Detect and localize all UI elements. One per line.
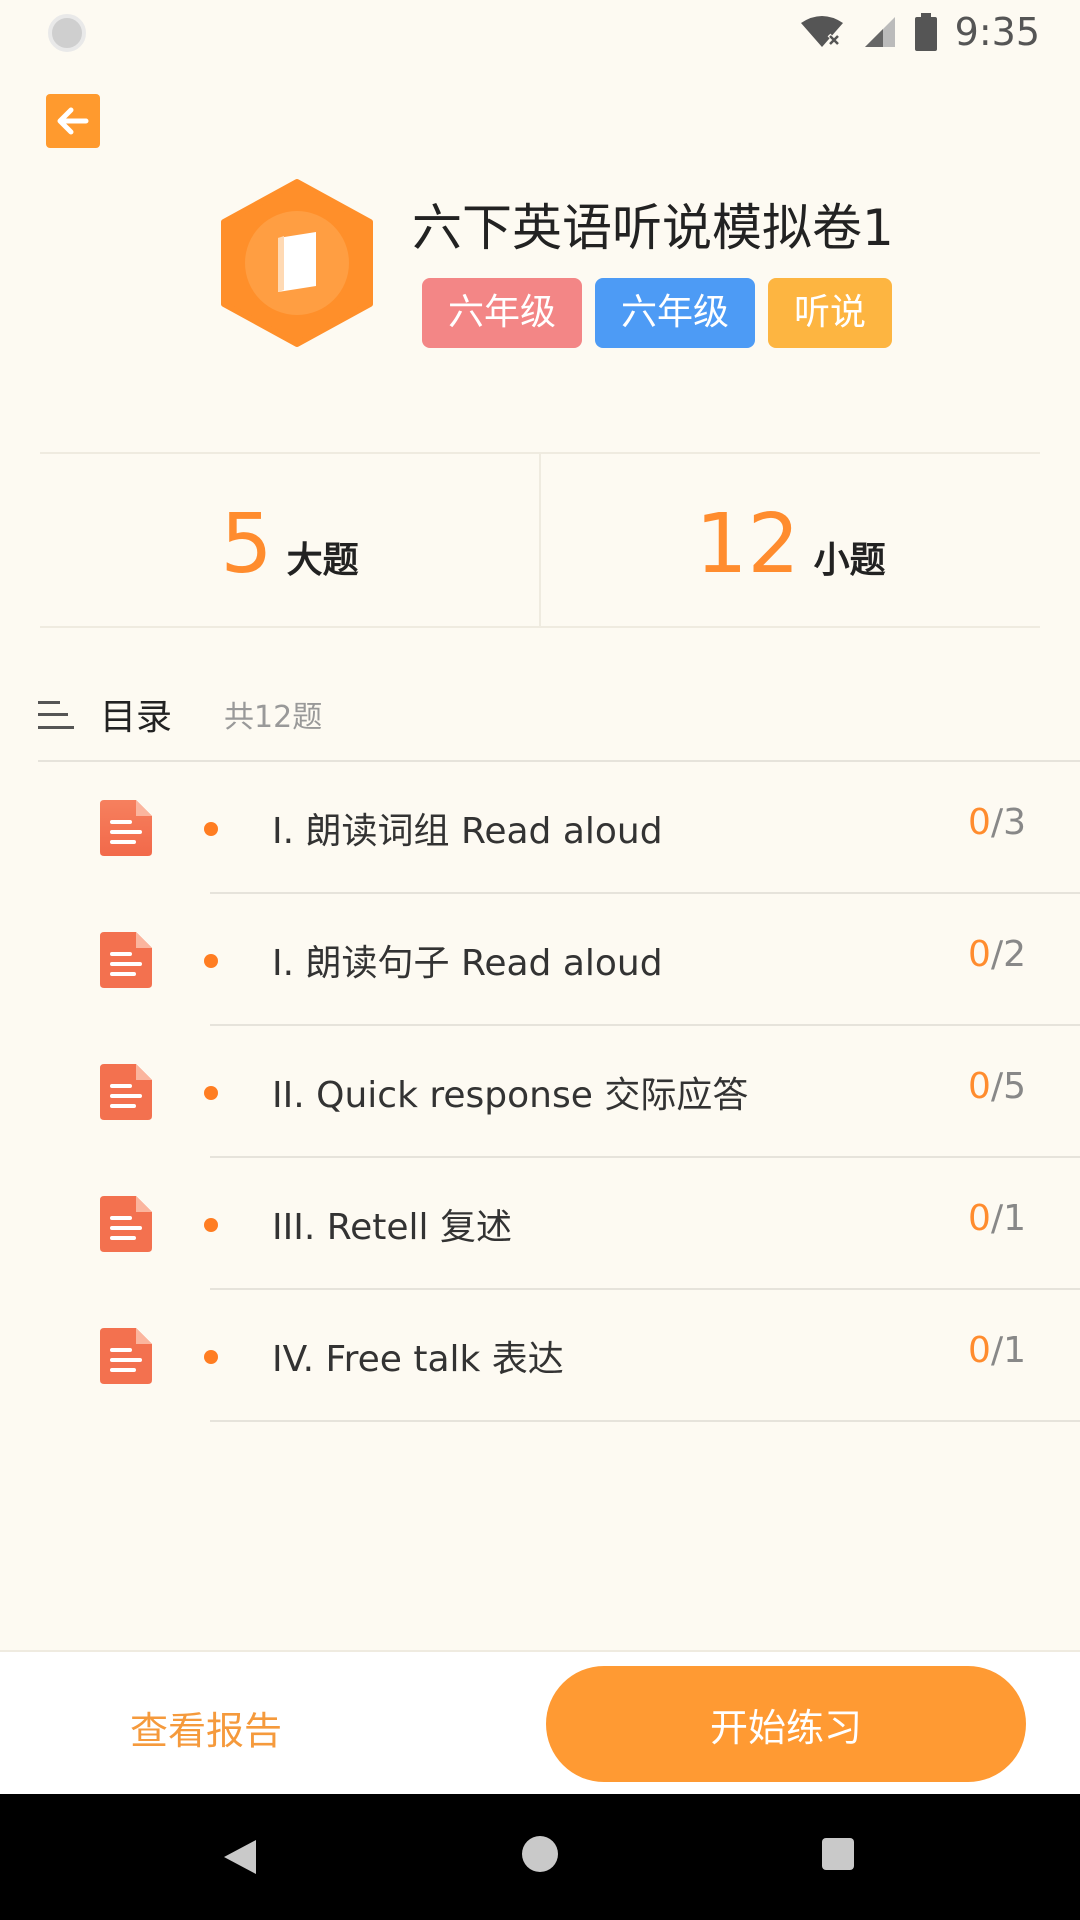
stats-panel: 5 大题 12 小题 (40, 452, 1040, 628)
nav-home-icon[interactable] (522, 1836, 558, 1872)
question-list: I. 朗读词组 Read aloud 0/3 I. 朗读句子 Read alou… (0, 762, 1080, 1422)
bullet-dot (204, 1218, 218, 1232)
list-item[interactable]: I. 朗读词组 Read aloud 0/3 (0, 762, 1080, 894)
status-time: 9:35 (954, 10, 1040, 54)
document-icon (100, 800, 152, 856)
item-label: II. Quick response 交际应答 (272, 1075, 749, 1116)
item-label: I. 朗读词组 Read aloud (272, 811, 663, 852)
catalog-count: 共12题 (224, 700, 323, 735)
big-question-count: 5 (220, 497, 273, 592)
back-button[interactable] (46, 94, 100, 148)
wifi-off-icon (799, 15, 845, 49)
battery-icon (914, 13, 937, 51)
bullet-dot (204, 1350, 218, 1364)
divider (210, 1420, 1080, 1422)
nav-recent-apps-icon[interactable] (822, 1838, 854, 1870)
start-practice-button[interactable]: 开始练习 (546, 1666, 1026, 1782)
status-bar: 9:35 (0, 0, 1080, 64)
document-icon (100, 932, 152, 988)
tag-group: 六年级 六年级 听说 (422, 278, 892, 348)
bullet-dot (204, 1086, 218, 1100)
list-item[interactable]: II. Quick response 交际应答 0/5 (0, 1026, 1080, 1158)
bullet-dot (204, 822, 218, 836)
item-progress: 0/3 (968, 802, 1026, 843)
item-progress: 0/2 (968, 934, 1026, 975)
document-icon (100, 1196, 152, 1252)
big-question-label: 大题 (286, 540, 359, 581)
catalog-header: 目录 共12题 (38, 686, 322, 742)
small-question-stat: 12 小题 (539, 454, 1040, 626)
item-progress: 0/1 (968, 1330, 1026, 1371)
grade-tag: 六年级 (595, 278, 755, 348)
nav-back-icon[interactable] (222, 1838, 258, 1876)
item-label: IV. Free talk 表达 (272, 1339, 564, 1380)
notification-dot-icon (48, 14, 86, 52)
document-icon (100, 1328, 152, 1384)
signal-icon (863, 15, 897, 49)
view-report-button[interactable]: 查看报告 (130, 1700, 282, 1755)
item-label: III. Retell 复述 (272, 1207, 512, 1248)
book-icon (220, 178, 374, 348)
arrow-left-icon (57, 107, 89, 135)
item-progress: 0/1 (968, 1198, 1026, 1239)
small-question-label: 小题 (813, 540, 886, 581)
small-question-count: 12 (695, 497, 800, 592)
type-tag: 听说 (768, 278, 892, 348)
grade-tag: 六年级 (422, 278, 582, 348)
page-title: 六下英语听说模拟卷1 (412, 199, 894, 257)
list-item[interactable]: III. Retell 复述 0/1 (0, 1158, 1080, 1290)
item-progress: 0/5 (968, 1066, 1026, 1107)
bullet-dot (204, 954, 218, 968)
catalog-title: 目录 (100, 697, 173, 738)
item-label: I. 朗读句子 Read aloud (272, 943, 663, 984)
bottom-action-bar: 查看报告 开始练习 (0, 1650, 1080, 1794)
list-item[interactable]: I. 朗读句子 Read aloud 0/2 (0, 894, 1080, 1026)
system-nav-bar (0, 1794, 1080, 1920)
list-item[interactable]: IV. Free talk 表达 0/1 (0, 1290, 1080, 1422)
document-icon (100, 1064, 152, 1120)
big-question-stat: 5 大题 (40, 454, 539, 626)
menu-list-icon (38, 699, 74, 729)
